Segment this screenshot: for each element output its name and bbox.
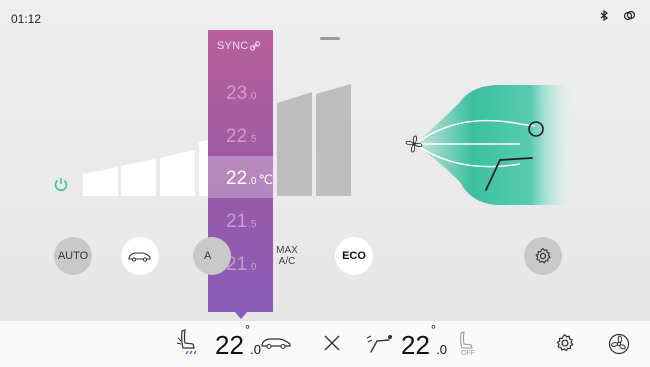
eco-button[interactable]: ECO bbox=[335, 237, 373, 275]
sync-label: SYNC bbox=[217, 40, 249, 52]
settings-button[interactable] bbox=[524, 237, 562, 275]
passenger-temp[interactable]: 22°.0 bbox=[401, 322, 447, 361]
link-icon bbox=[623, 10, 636, 21]
max-ac-button[interactable]: MAX A/C bbox=[268, 237, 306, 275]
selected-temp[interactable]: 22.0 ℃ bbox=[226, 168, 273, 190]
climate-screen: 01:12 SYNC 23.0 22.5 22.0 ℃ 21.5 21.0 AU… bbox=[0, 0, 650, 367]
bluetooth-icon bbox=[600, 10, 609, 21]
airflow-graphic bbox=[400, 82, 580, 212]
auto-button[interactable]: AUTO bbox=[54, 237, 92, 275]
ac-button[interactable]: A bbox=[193, 237, 231, 275]
gear-icon[interactable] bbox=[555, 333, 575, 358]
car-recirculation-icon bbox=[128, 252, 151, 262]
status-icons bbox=[600, 10, 636, 21]
sync-button[interactable]: SYNC bbox=[217, 40, 261, 52]
temp-option[interactable]: 21.5 bbox=[226, 211, 256, 233]
gear-icon bbox=[535, 247, 551, 264]
driver-temp[interactable]: 22°.0 bbox=[215, 322, 261, 361]
fan-bars-graphic bbox=[83, 84, 351, 196]
temp-option[interactable]: 22.5 bbox=[226, 126, 256, 148]
seat-status-label: OFF bbox=[461, 350, 475, 357]
recirculation-button[interactable] bbox=[121, 237, 159, 275]
link-icon bbox=[250, 41, 261, 51]
car-recirculation-icon[interactable] bbox=[260, 333, 294, 356]
seat-heat-icon[interactable] bbox=[176, 327, 202, 364]
passenger-airflow-icon[interactable] bbox=[365, 332, 395, 359]
picker-pointer bbox=[234, 311, 248, 319]
temp-option[interactable]: 23.0 bbox=[226, 83, 256, 105]
close-icon[interactable] bbox=[321, 332, 343, 359]
fan-icon[interactable] bbox=[608, 333, 630, 360]
